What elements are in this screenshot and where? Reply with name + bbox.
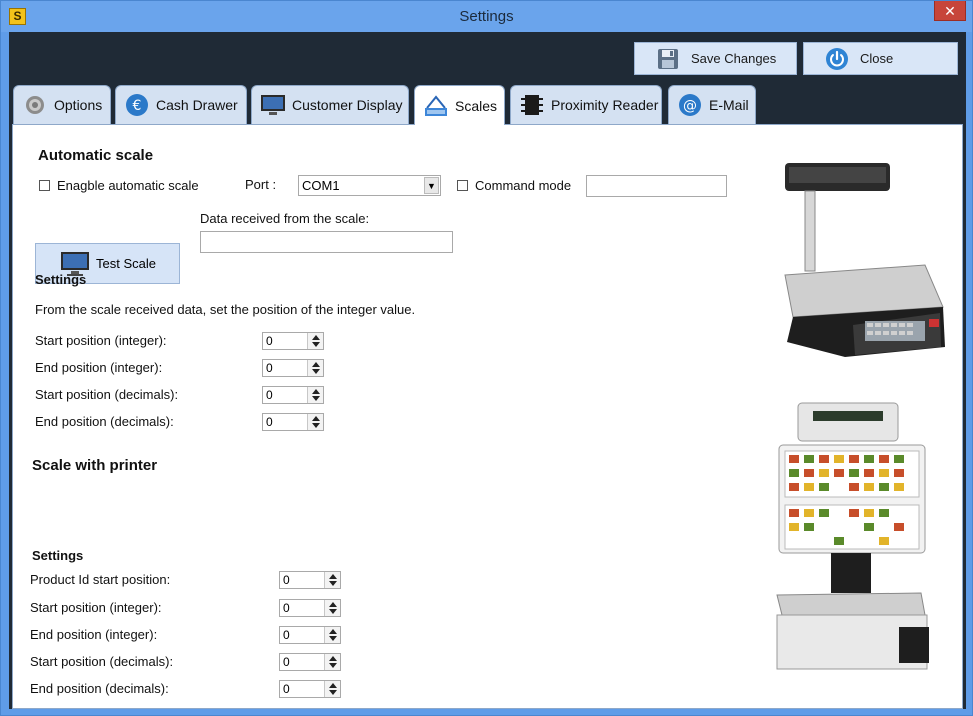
tab-proximity-reader[interactable]: Proximity Reader <box>510 85 662 124</box>
printer-end-integer-stepper[interactable]: 0 <box>279 626 341 644</box>
close-label: Close <box>860 51 894 66</box>
auto-start-decimals-value: 0 <box>266 388 273 402</box>
printer-start-decimals-label: Start position (decimals): <box>30 654 174 669</box>
stepper-arrows-icon[interactable] <box>307 414 323 430</box>
command-mode-checkbox[interactable] <box>457 180 468 191</box>
auto-end-integer-stepper[interactable]: 0 <box>262 359 324 377</box>
printer-start-integer-label: Start position (integer): <box>30 600 162 615</box>
printer-product-id-label: Product Id start position: <box>30 572 171 587</box>
command-mode-input[interactable] <box>586 175 727 197</box>
scale-with-printer-heading: Scale with printer <box>32 457 158 474</box>
port-select[interactable]: COM1 ▼ <box>298 175 441 196</box>
stepper-arrows-icon[interactable] <box>307 360 323 376</box>
tab-scales[interactable]: Scales <box>414 85 505 125</box>
tab-email[interactable]: @ E-Mail <box>668 85 756 124</box>
auto-end-decimals-stepper[interactable]: 0 <box>262 413 324 431</box>
auto-start-integer-stepper[interactable]: 0 <box>262 332 324 350</box>
tab-cash-drawer[interactable]: € Cash Drawer <box>115 85 247 124</box>
printer-end-decimals-stepper[interactable]: 0 <box>279 680 341 698</box>
stepper-arrows-icon[interactable] <box>324 654 340 670</box>
printer-start-decimals-stepper[interactable]: 0 <box>279 653 341 671</box>
save-changes-button[interactable]: Save Changes <box>634 42 797 75</box>
automatic-description: From the scale received data, set the po… <box>35 302 416 317</box>
automatic-scale-heading: Automatic scale <box>38 147 154 164</box>
close-button[interactable]: Close <box>803 42 958 75</box>
power-icon <box>824 46 850 72</box>
command-mode-label: Command mode <box>475 178 572 193</box>
chip-icon <box>519 92 545 118</box>
stepper-arrows-icon[interactable] <box>307 333 323 349</box>
title-bar[interactable]: S Settings ✕ <box>1 1 972 32</box>
auto-start-integer-value: 0 <box>266 334 273 348</box>
printer-end-decimals-value: 0 <box>283 682 290 696</box>
printer-product-id-value: 0 <box>283 573 290 587</box>
data-received-label: Data received from the scale: <box>200 211 370 226</box>
data-received-input[interactable] <box>200 231 453 253</box>
stepper-arrows-icon[interactable] <box>324 681 340 697</box>
scales-panel: Automatic scale Enagble automatic scale … <box>12 124 963 709</box>
printer-product-id-stepper[interactable]: 0 <box>279 571 341 589</box>
floppy-disk-icon <box>655 46 681 72</box>
tab-scales-label: Scales <box>455 97 498 114</box>
monitor-icon <box>260 92 286 118</box>
stepper-arrows-icon[interactable] <box>324 627 340 643</box>
test-scale-label: Test Scale <box>96 256 156 271</box>
auto-end-decimals-value: 0 <box>266 415 273 429</box>
euro-icon: € <box>124 92 150 118</box>
at-icon: @ <box>677 92 703 118</box>
window-title: Settings <box>459 8 514 25</box>
printer-start-integer-stepper[interactable]: 0 <box>279 599 341 617</box>
automatic-settings-heading: Settings <box>35 272 87 287</box>
svg-text:@: @ <box>683 98 697 114</box>
window-close-button[interactable]: ✕ <box>934 1 966 21</box>
tab-customer-display[interactable]: Customer Display <box>251 85 409 124</box>
save-changes-label: Save Changes <box>691 51 777 66</box>
printer-end-decimals-label: End position (decimals): <box>30 681 169 696</box>
auto-start-integer-label: Start position (integer): <box>35 333 167 348</box>
stepper-arrows-icon[interactable] <box>307 387 323 403</box>
chevron-down-icon[interactable]: ▼ <box>424 177 439 194</box>
auto-start-decimals-label: Start position (decimals): <box>35 387 179 402</box>
printer-settings-heading: Settings <box>32 548 84 563</box>
auto-end-integer-label: End position (integer): <box>35 360 163 375</box>
printer-end-integer-value: 0 <box>283 628 290 642</box>
tab-options[interactable]: Options <box>13 85 111 124</box>
enable-automatic-scale-label: Enagble automatic scale <box>57 178 199 193</box>
printer-start-decimals-value: 0 <box>283 655 290 669</box>
port-label: Port : <box>245 177 277 192</box>
printer-scale-illustration <box>776 402 929 670</box>
printer-start-integer-value: 0 <box>283 601 290 615</box>
enable-automatic-scale-checkbox[interactable] <box>39 180 50 191</box>
client-area: Save Changes Close Options € Cash Drawer <box>9 32 966 709</box>
printer-end-integer-label: End position (integer): <box>30 627 158 642</box>
auto-end-integer-value: 0 <box>266 361 273 375</box>
stepper-arrows-icon[interactable] <box>324 572 340 588</box>
auto-start-decimals-stepper[interactable]: 0 <box>262 386 324 404</box>
tab-proximity-reader-label: Proximity Reader <box>551 97 659 113</box>
tab-options-label: Options <box>54 97 103 113</box>
tab-customer-display-label: Customer Display <box>292 97 403 113</box>
tab-cash-drawer-label: Cash Drawer <box>156 97 238 113</box>
scale-icon <box>423 93 449 119</box>
gear-icon <box>22 92 48 118</box>
tab-email-label: E-Mail <box>709 97 749 113</box>
auto-end-decimals-label: End position (decimals): <box>35 414 174 429</box>
scale-illustration <box>784 163 945 357</box>
stepper-arrows-icon[interactable] <box>324 600 340 616</box>
svg-text:€: € <box>133 98 142 114</box>
settings-window: S Settings ✕ Save Changes Close Options <box>0 0 973 716</box>
port-select-value: COM1 <box>302 178 340 193</box>
